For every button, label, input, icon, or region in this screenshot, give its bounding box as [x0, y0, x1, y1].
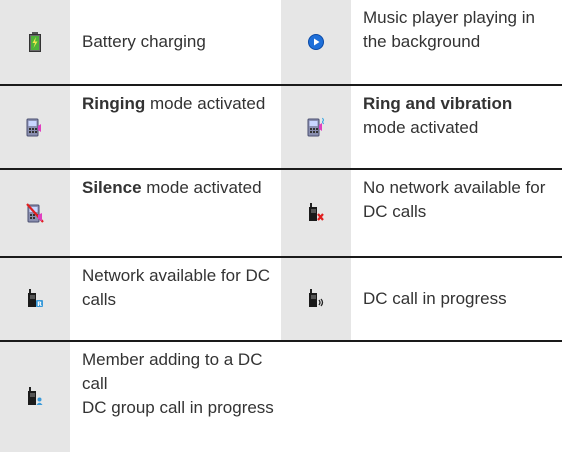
description-cell: Music player playing in the background	[351, 0, 562, 84]
description-text: Battery charging	[82, 32, 206, 51]
mode-suffix: mode activated	[363, 118, 479, 137]
music-player-icon	[308, 34, 324, 50]
ring-vibration-mode-icon	[307, 117, 325, 137]
icon-cell	[281, 170, 351, 256]
icon-cell	[281, 86, 351, 168]
icon-cell	[0, 342, 70, 452]
table-row: Battery charging Music player playing in…	[0, 0, 562, 86]
description-text: No network available for DC calls	[363, 178, 546, 221]
icon-cell	[0, 0, 70, 84]
ringing-mode-icon	[26, 117, 44, 137]
description-cell: DC call in progress	[351, 258, 562, 340]
table-row: Silence mode activated No network availa…	[0, 170, 562, 258]
description-cell: Member adding to a DC call DC group call…	[70, 342, 281, 452]
description-cell: Silence mode activated	[70, 170, 281, 256]
description-text: Member adding to a DC call DC group call…	[82, 348, 275, 420]
table-row: Ringing mode activated Ring and vibratio…	[0, 86, 562, 170]
description-text: Ring and vibration mode activated	[363, 92, 556, 140]
empty-cell	[351, 342, 562, 452]
battery-charging-icon	[29, 32, 41, 52]
description-cell: Battery charging	[70, 0, 281, 84]
description-cell: No network available for DC calls	[351, 170, 562, 256]
description-text: Ringing mode activated	[82, 92, 265, 116]
description-cell: Network available for DC calls	[70, 258, 281, 340]
mode-suffix: mode activated	[145, 94, 266, 113]
description-text: Silence mode activated	[82, 176, 262, 200]
description-line: DC group call in progress	[82, 398, 274, 417]
description-cell: Ringing mode activated	[70, 86, 281, 168]
no-network-dc-icon	[307, 203, 325, 223]
dc-call-in-progress-icon	[307, 289, 325, 309]
status-icon-table: Battery charging Music player playing in…	[0, 0, 562, 452]
mode-suffix: mode activated	[141, 178, 262, 197]
icon-cell: R	[0, 258, 70, 340]
dc-member-add-icon	[26, 387, 44, 407]
description-text: Music player playing in the background	[363, 8, 535, 51]
table-row: Member adding to a DC call DC group call…	[0, 342, 562, 452]
silence-mode-icon	[26, 203, 44, 223]
icon-cell	[281, 0, 351, 84]
description-text: Network available for DC calls	[82, 266, 271, 309]
mode-name: Ring and vibration	[363, 94, 513, 113]
mode-name: Silence	[82, 178, 142, 197]
table-row: R Network available for DC calls DC call…	[0, 258, 562, 342]
description-cell: Ring and vibration mode activated	[351, 86, 562, 168]
description-text: DC call in progress	[363, 289, 507, 308]
network-dc-available-icon: R	[26, 289, 44, 309]
empty-cell	[281, 342, 351, 452]
icon-cell	[0, 170, 70, 256]
svg-text:R: R	[37, 301, 42, 308]
mode-name: Ringing	[82, 94, 146, 113]
icon-cell	[0, 86, 70, 168]
description-line: Member adding to a DC call	[82, 350, 263, 393]
icon-cell	[281, 258, 351, 340]
